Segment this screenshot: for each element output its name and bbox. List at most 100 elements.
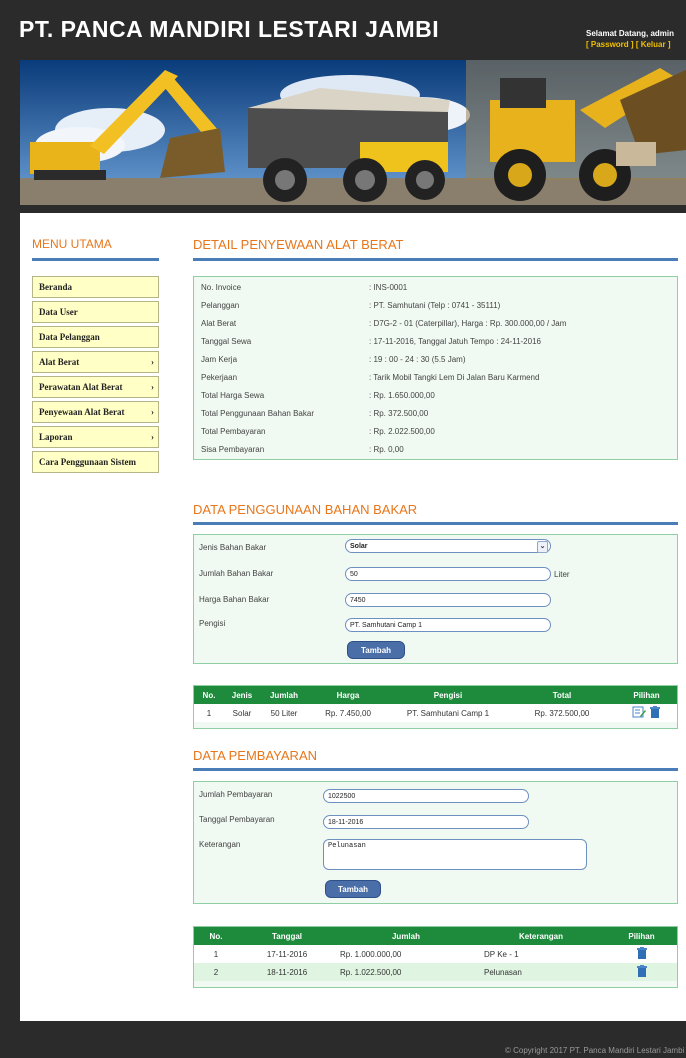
fuel-table: No. Jenis Jumlah Harga Pengisi Total Pil…	[194, 686, 677, 722]
fuel-divider	[193, 522, 678, 525]
table-header-row: No. Jenis Jumlah Harga Pengisi Total Pil…	[194, 686, 677, 704]
jumlah-pembayaran-input[interactable]: 1022500	[323, 789, 529, 803]
payment-divider	[193, 768, 678, 771]
add-fuel-button[interactable]: Tambah	[347, 641, 405, 659]
menu-item-label: Alat Berat	[39, 357, 80, 367]
cell-no: 2	[194, 963, 238, 981]
fuel-title: DATA PENGGUNAAN BAHAN BAKAR	[193, 502, 418, 517]
menu-item-label: Data User	[39, 307, 78, 317]
col-tanggal: Tanggal	[238, 927, 336, 945]
detail-label: Pelanggan	[201, 301, 240, 310]
detail-label: No. Invoice	[201, 283, 242, 292]
cell-harga: Rp. 7.450,00	[308, 704, 388, 722]
detail-value: : 17-11-2016, Tanggal Jatuh Tempo : 24-1…	[369, 337, 541, 346]
detail-value: : Rp. 372.500,00	[369, 409, 429, 418]
detail-label: Total Pembayaran	[201, 427, 266, 436]
pengisi-input[interactable]: PT. Samhutani Camp 1	[345, 618, 551, 632]
detail-value: : INS-0001	[369, 283, 408, 292]
welcome-text: Selamat Datang, admin	[586, 29, 675, 38]
cell-pilihan	[606, 963, 677, 981]
col-no: No.	[194, 927, 238, 945]
menu-item-alat-berat[interactable]: Alat Berat ›	[32, 351, 159, 373]
col-total: Total	[508, 686, 616, 704]
detail-value: : Rp. 2.022.500,00	[369, 427, 435, 436]
jenis-selected: Solar	[350, 543, 368, 550]
chevron-right-icon: ›	[151, 382, 154, 392]
banner-image	[20, 60, 686, 205]
menu-item-beranda[interactable]: Beranda	[32, 276, 159, 298]
col-keterangan: Keterangan	[476, 927, 606, 945]
delete-icon[interactable]	[636, 947, 648, 959]
menu-item-data-user[interactable]: Data User	[32, 301, 159, 323]
col-pilihan: Pilihan	[606, 927, 677, 945]
edit-icon[interactable]	[632, 706, 647, 718]
menu-item-label: Cara Penggunaan Sistem	[39, 457, 137, 467]
menu-title: MENU UTAMA	[32, 237, 112, 251]
cell-tanggal: 18-11-2016	[238, 963, 336, 981]
menu-item-label: Penyewaan Alat Berat	[39, 407, 125, 417]
menu-item-perawatan-alat-berat[interactable]: Perawatan Alat Berat ›	[32, 376, 159, 398]
pengisi-label: Pengisi	[199, 619, 226, 628]
menu-item-label: Data Pelanggan	[39, 332, 100, 342]
chevron-right-icon: ›	[151, 357, 154, 367]
detail-value: : Rp. 1.650.000,00	[369, 391, 435, 400]
menu-item-label: Laporan	[39, 432, 73, 442]
detail-label: Jam Kerja	[201, 355, 238, 364]
logout-link[interactable]: [ Keluar ]	[636, 40, 671, 49]
site-title: PT. PANCA MANDIRI LESTARI JAMBI	[19, 16, 440, 42]
delete-icon[interactable]	[636, 965, 648, 977]
cell-no: 1	[194, 945, 238, 963]
detail-title: DETAIL PENYEWAAN ALAT BERAT	[193, 237, 404, 252]
keterangan-textarea[interactable]: Pelunasan	[323, 839, 587, 870]
cell-pilihan	[616, 704, 677, 722]
detail-label: Sisa Pembayaran	[201, 445, 265, 454]
tanggal-pembayaran-label: Tanggal Pembayaran	[199, 815, 275, 824]
liter-unit: Liter	[554, 570, 570, 579]
payment-table: No. Tanggal Jumlah Keterangan Pilihan 1 …	[194, 927, 677, 981]
cell-jenis: Solar	[224, 704, 260, 722]
add-payment-button[interactable]: Tambah	[325, 880, 381, 898]
detail-label: Total Harga Sewa	[201, 391, 265, 400]
header: PT. PANCA MANDIRI LESTARI JAMBI	[9, 0, 686, 55]
cell-jumlah: Rp. 1.000.000,00	[336, 945, 476, 963]
table-row: 1 17-11-2016 Rp. 1.000.000,00 DP Ke - 1	[194, 945, 677, 963]
cell-jumlah: Rp. 1.022.500,00	[336, 963, 476, 981]
table-row: 1 Solar 50 Liter Rp. 7.450,00 PT. Samhut…	[194, 704, 677, 722]
harga-bahan-input[interactable]: 7450	[345, 593, 551, 607]
col-pilihan: Pilihan	[616, 686, 677, 704]
detail-divider	[193, 258, 678, 261]
page: PT. PANCA MANDIRI LESTARI JAMBI Selamat …	[0, 0, 686, 1058]
menu-item-penyewaan-alat-berat[interactable]: Penyewaan Alat Berat ›	[32, 401, 159, 423]
jenis-select[interactable]: Solar ⌄	[345, 539, 551, 553]
menu-divider	[32, 258, 159, 261]
detail-label: Total Penggunaan Bahan Bakar	[201, 409, 314, 418]
detail-value: : Tarik Mobil Tangki Lem Di Jalan Baru K…	[369, 373, 540, 382]
detail-label: Alat Berat	[201, 319, 237, 328]
detail-label: Pekerjaan	[201, 373, 238, 382]
jumlah-bahan-input[interactable]: 50	[345, 567, 551, 581]
account-links: [ Password ] [ Keluar ]	[586, 40, 670, 49]
menu-item-laporan[interactable]: Laporan ›	[32, 426, 159, 448]
chevron-right-icon: ›	[151, 432, 154, 442]
harga-bahan-label: Harga Bahan Bakar	[199, 595, 270, 604]
delete-icon[interactable]	[649, 706, 661, 718]
cell-keterangan: DP Ke - 1	[476, 945, 606, 963]
copyright-text: © Copyright 2017 PT. Panca Mandiri Lesta…	[505, 1046, 685, 1055]
payment-title: DATA PEMBAYARAN	[193, 748, 318, 763]
table-row: 2 18-11-2016 Rp. 1.022.500,00 Pelunasan	[194, 963, 677, 981]
tanggal-pembayaran-input[interactable]: 18-11-2016	[323, 815, 529, 829]
keterangan-label: Keterangan	[199, 840, 241, 849]
detail-value: : Rp. 0,00	[369, 445, 404, 454]
jumlah-pembayaran-label: Jumlah Pembayaran	[199, 790, 273, 799]
cell-pengisi: PT. Samhutani Camp 1	[388, 704, 508, 722]
chevron-right-icon: ›	[151, 407, 154, 417]
detail-value: : 19 : 00 - 24 : 30 (5.5 Jam)	[369, 355, 466, 364]
detail-label: Tanggal Sewa	[201, 337, 252, 346]
menu-item-label: Beranda	[39, 282, 73, 292]
cell-total: Rp. 372.500,00	[508, 704, 616, 722]
password-link[interactable]: [ Password ]	[586, 40, 634, 49]
col-no: No.	[194, 686, 224, 704]
menu-item-data-pelanggan[interactable]: Data Pelanggan	[32, 326, 159, 348]
cell-jumlah: 50 Liter	[260, 704, 308, 722]
menu-item-cara-penggunaan[interactable]: Cara Penggunaan Sistem	[32, 451, 159, 473]
